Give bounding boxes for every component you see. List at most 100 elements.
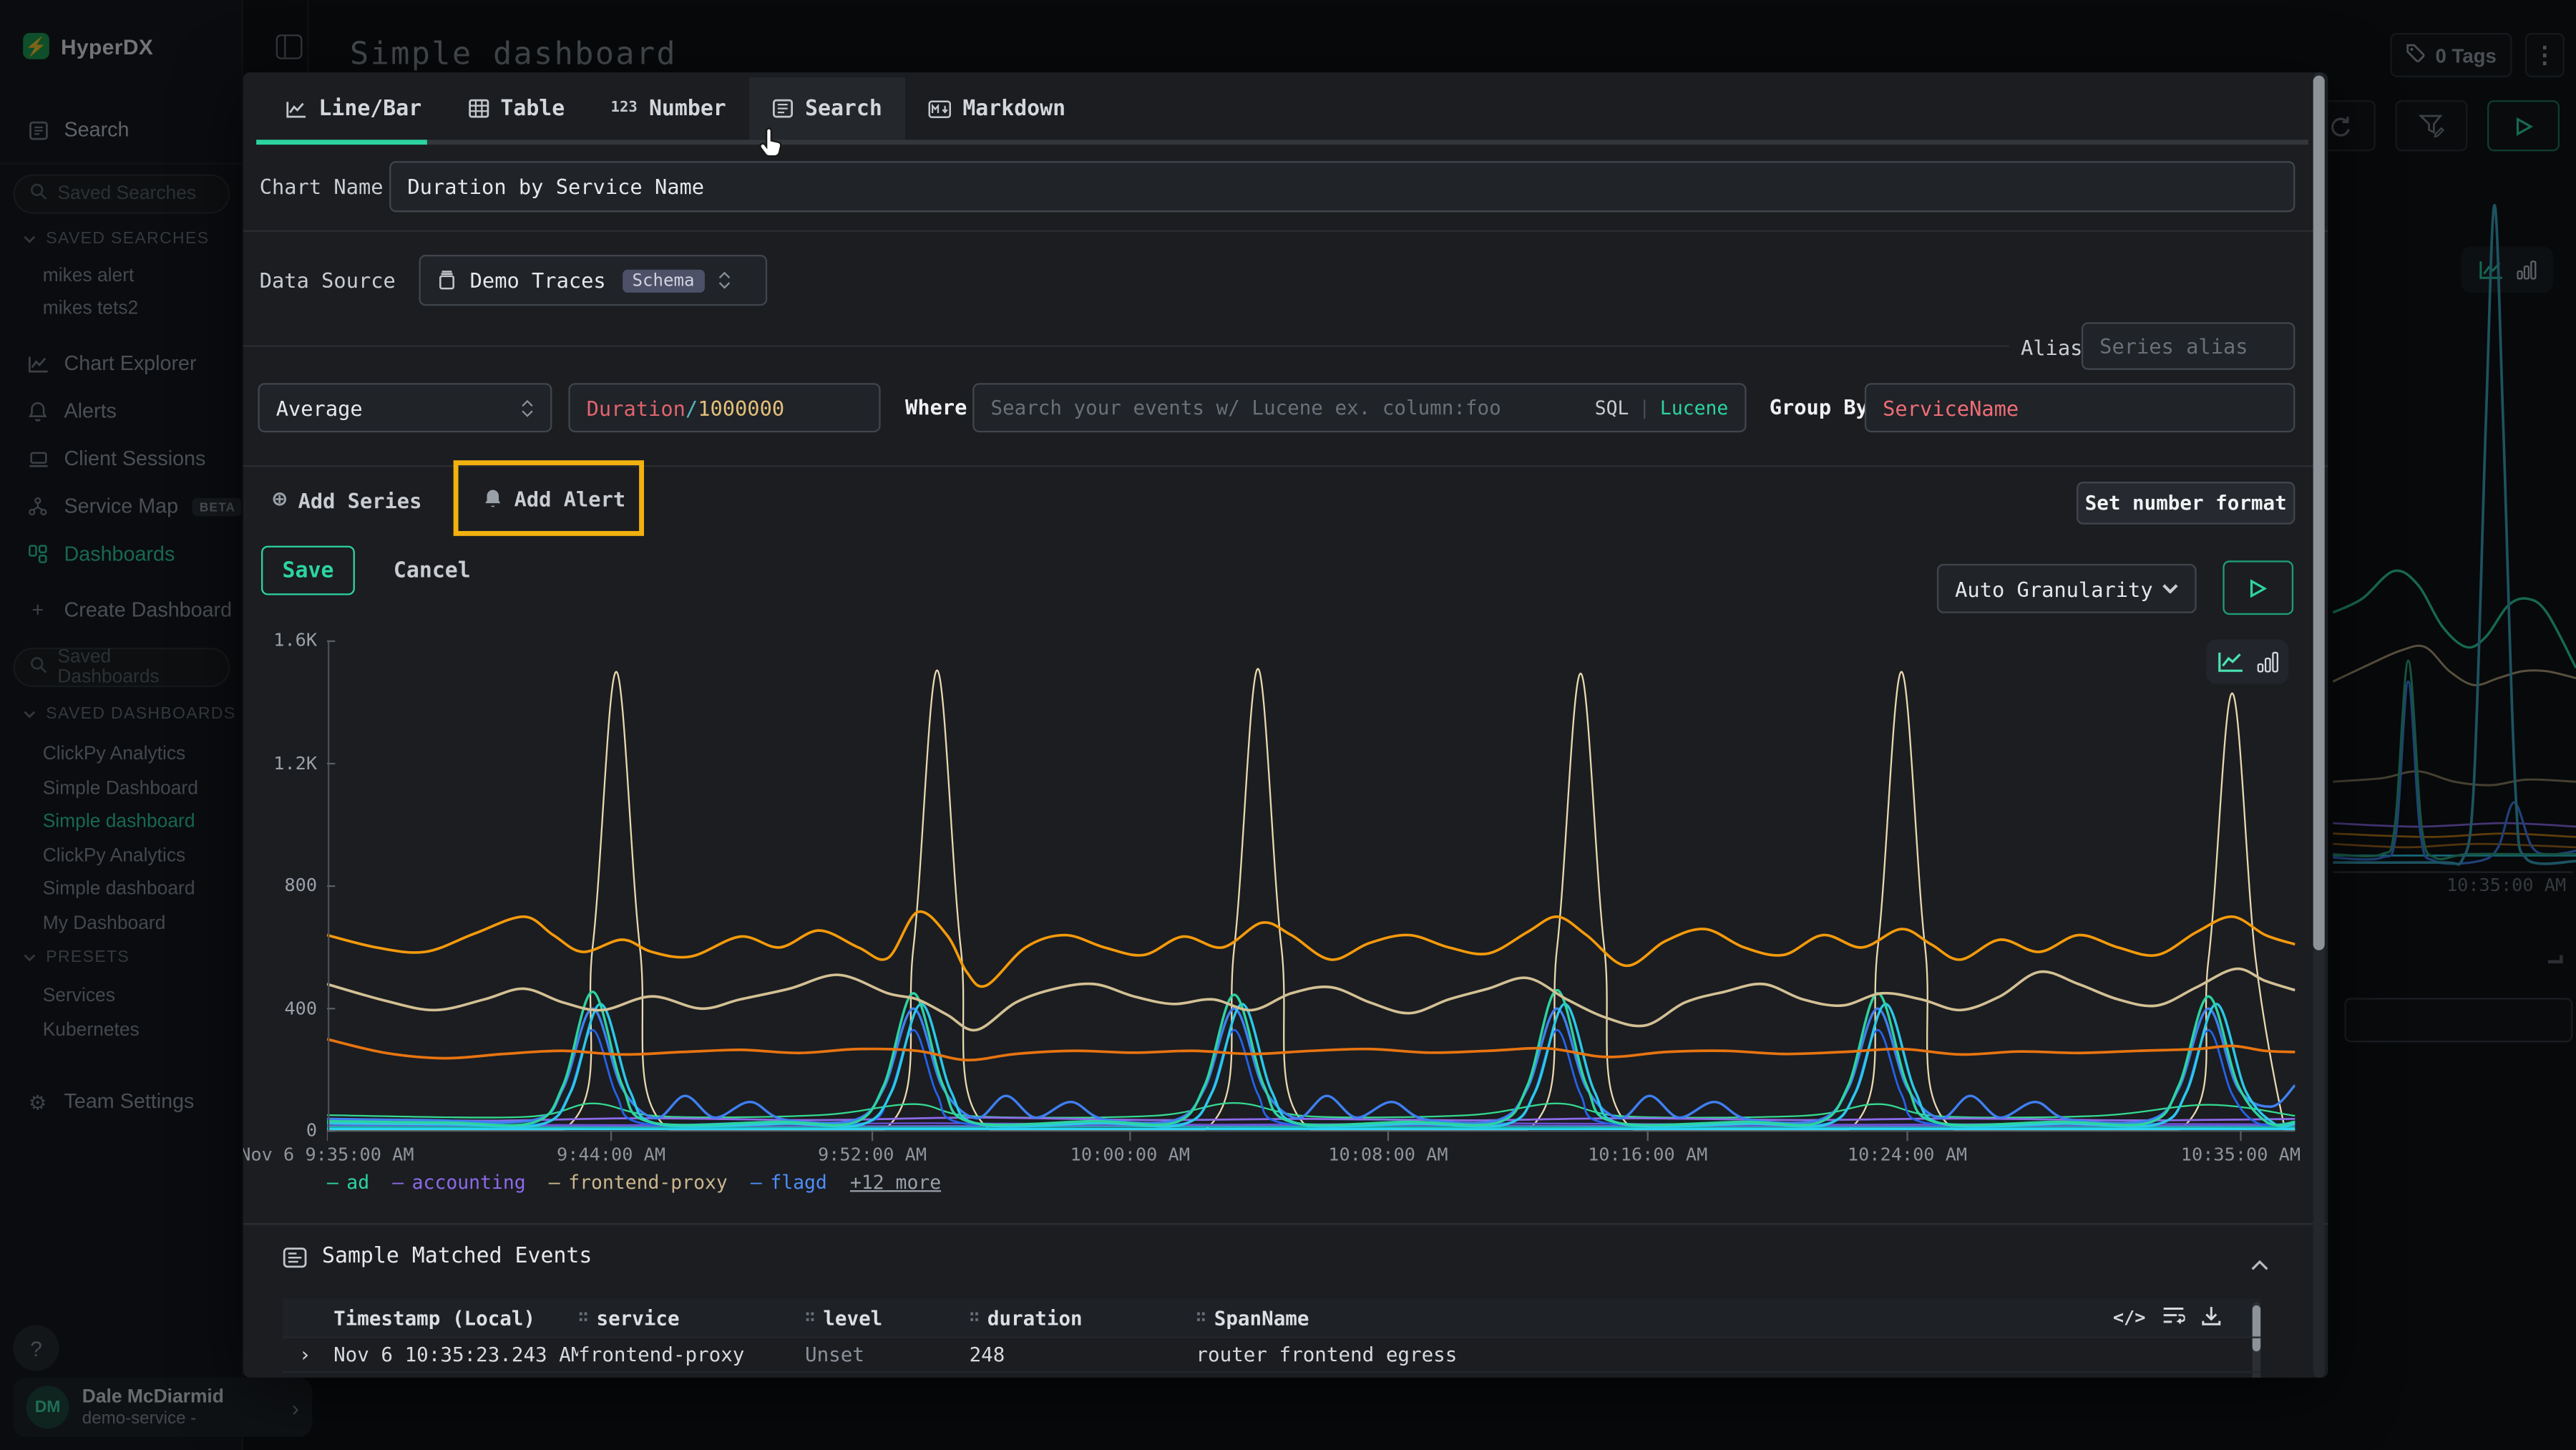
data-source-label: Data Source [260,268,396,292]
aggregation-select[interactable]: Average [258,383,552,432]
y-tick-label: 1.6K [251,630,317,651]
x-tick-label: 9:44:00 AM [504,1144,718,1166]
x-tick-label: 10:24:00 AM [1800,1144,2014,1166]
plus-circle-icon: ⊕ [273,487,286,513]
markdown-icon [928,99,951,117]
table-header-row: Timestamp (Local)∷service∷level∷duration… [283,1299,2260,1337]
chart-series [327,1030,2296,1125]
column-header[interactable]: ∷service [578,1306,805,1329]
expr-token: 1000000 [698,395,784,419]
column-header[interactable]: ∷duration [970,1306,1196,1329]
sample-events-title: Sample Matched Events [322,1245,592,1269]
y-tick-label: 1.2K [251,752,317,774]
tab-table[interactable]: Table [444,77,587,140]
doc-icon [772,99,794,119]
where-search-input[interactable]: Search your events w/ Lucene ex. column:… [972,383,1746,432]
alias-input[interactable]: Series alias [2082,322,2295,370]
add-alert-highlight-box [454,460,644,536]
tab-number[interactable]: 123Number [587,77,749,140]
granularity-select[interactable]: Auto Granularity [1937,564,2197,613]
divider [243,1223,2328,1225]
y-tick-label: 400 [251,997,317,1018]
scrollbar-thumb[interactable] [2313,76,2325,950]
data-source-select[interactable]: Demo Traces Schema [419,255,767,306]
list-icon [283,1245,307,1268]
table-row[interactable]: ›Nov 6 10:35:23.243 AMfrontend-proxyUnse… [283,1337,2260,1371]
column-header[interactable]: ∷level [805,1306,970,1329]
tab-line-bar[interactable]: Line/Bar [263,77,444,140]
chevron-down-icon [2162,583,2178,593]
x-tick-label: Nov 6 9:35:00 AM [243,1144,434,1166]
sql-option[interactable]: SQL [1595,396,1629,419]
wrap-lines-icon[interactable] [2162,1305,2185,1330]
active-tab-indicator [256,140,427,145]
divider [243,230,2328,232]
chart-series [327,912,2296,987]
drag-handle-icon[interactable]: ∷ [1196,1308,1206,1326]
edit-chart-modal: Line/BarTable123NumberSearchMarkdown Cha… [243,72,2328,1378]
chart-name-input[interactable]: Duration by Service Name [389,161,2295,212]
cancel-button[interactable]: Cancel [381,546,483,595]
database-icon [437,270,457,291]
line-chart-icon [286,99,307,117]
drag-handle-icon[interactable]: ∷ [805,1308,815,1326]
x-tick-label: 9:52:00 AM [766,1144,979,1166]
chart-series [327,969,2296,1031]
x-tick-label: 10:16:00 AM [1541,1144,1755,1166]
table-icon [467,99,489,119]
mouse-cursor [756,125,785,162]
duration-chart[interactable] [327,633,2296,1146]
x-tick-label: 10:08:00 AM [1282,1144,1495,1166]
chart-name-label: Chart Name [260,174,384,198]
download-icon[interactable] [2202,1305,2222,1331]
modal-scrollbar[interactable] [2313,72,2325,1378]
chart-series [327,1039,2296,1060]
y-tick-label: 800 [251,875,317,896]
collapse-section-button[interactable] [2250,1250,2268,1279]
tab-underline-track [427,140,2308,145]
expr-token: / [686,395,698,419]
where-label: Where [905,394,967,419]
group-by-input[interactable]: ServiceName [1865,383,2296,432]
run-chart-button[interactable] [2223,560,2293,615]
tab-markdown[interactable]: Markdown [905,77,1088,140]
chevron-up-icon [2250,1260,2268,1271]
sample-events-table: Timestamp (Local)∷service∷level∷duration… [283,1299,2260,1378]
expand-row-icon[interactable]: › [283,1343,333,1366]
save-button[interactable]: Save [261,546,355,595]
legend-item[interactable]: —flagd [751,1170,827,1193]
app-window: Simple dashboard 0 Tags ⋮ 10:35:00 AM ⚡ … [0,0,2576,1450]
chart-type-tabs: Line/BarTable123NumberSearchMarkdown [243,72,2328,145]
chart-legend: —ad —accounting —frontend-proxy —flagd +12 m… [327,1170,941,1193]
chart-series [327,991,2296,1126]
select-chevrons-icon [521,399,534,417]
lucene-option[interactable]: Lucene [1660,396,1728,419]
field-expression-input[interactable]: Duration/1000000 [568,383,880,432]
add-series-button[interactable]: ⊕ Add Series [273,487,421,513]
chart-series [327,668,2296,1131]
play-icon [2249,578,2267,598]
expr-token: Duration [587,395,686,419]
column-header[interactable]: ∷SpanName [1196,1306,1885,1329]
alias-label: Alias [2021,336,2082,360]
group-by-label: Group By [1770,394,1868,419]
legend-more-link[interactable]: +12 more [850,1170,941,1193]
drag-handle-icon[interactable]: ∷ [970,1308,980,1326]
table-row[interactable]: ›Nov 6 10:35:23.243 AMfrontend-proxyUnse… [283,1371,2260,1378]
column-header[interactable]: Timestamp (Local) [333,1306,578,1329]
code-icon[interactable]: </> [2113,1307,2146,1328]
y-tick-label: 0 [251,1119,317,1141]
select-chevrons-icon [718,271,731,289]
number-icon: 123 [611,100,638,117]
legend-item[interactable]: —frontend-proxy [549,1170,728,1193]
divider [243,345,2009,346]
sample-events-header: Sample Matched Events [283,1245,592,1269]
query-language-toggle[interactable]: SQL | Lucene [1595,396,1729,419]
legend-item[interactable]: —accounting [392,1170,525,1193]
legend-item[interactable]: —ad [327,1170,369,1193]
set-number-format-button[interactable]: Set number format [2077,482,2295,525]
data-source-value: Demo Traces [470,268,606,292]
x-tick-label: 10:00:00 AM [1023,1144,1236,1166]
drag-handle-icon[interactable]: ∷ [578,1308,588,1326]
x-tick-label: 10:35:00 AM [2134,1144,2328,1166]
